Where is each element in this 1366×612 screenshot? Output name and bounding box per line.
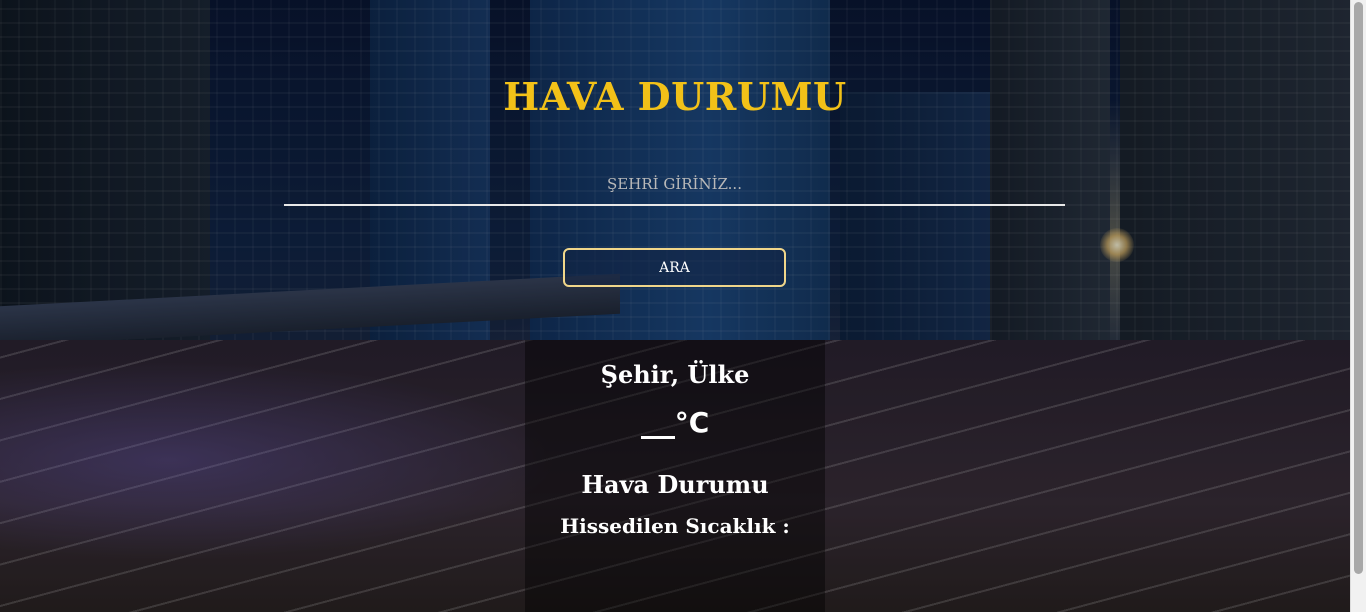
- weather-description: Hava Durumu: [581, 470, 769, 499]
- city-country-label: Şehir, Ülke: [600, 360, 750, 389]
- vertical-scrollbar[interactable]: [1350, 0, 1366, 612]
- feels-like-label: Hissedilen Sıcaklık :: [560, 514, 790, 538]
- scrollbar-thumb[interactable]: [1354, 2, 1363, 574]
- temperature-unit: °C: [674, 406, 710, 439]
- city-search-input[interactable]: [284, 164, 1065, 206]
- temperature-value: [640, 406, 675, 439]
- temperature-row: °C: [525, 406, 825, 439]
- weather-result-card: Şehir, Ülke °C Hava Durumu Hissedilen Sı…: [525, 340, 825, 612]
- app-title: HAVA DURUMU: [503, 74, 847, 119]
- search-button[interactable]: ARA: [563, 248, 786, 287]
